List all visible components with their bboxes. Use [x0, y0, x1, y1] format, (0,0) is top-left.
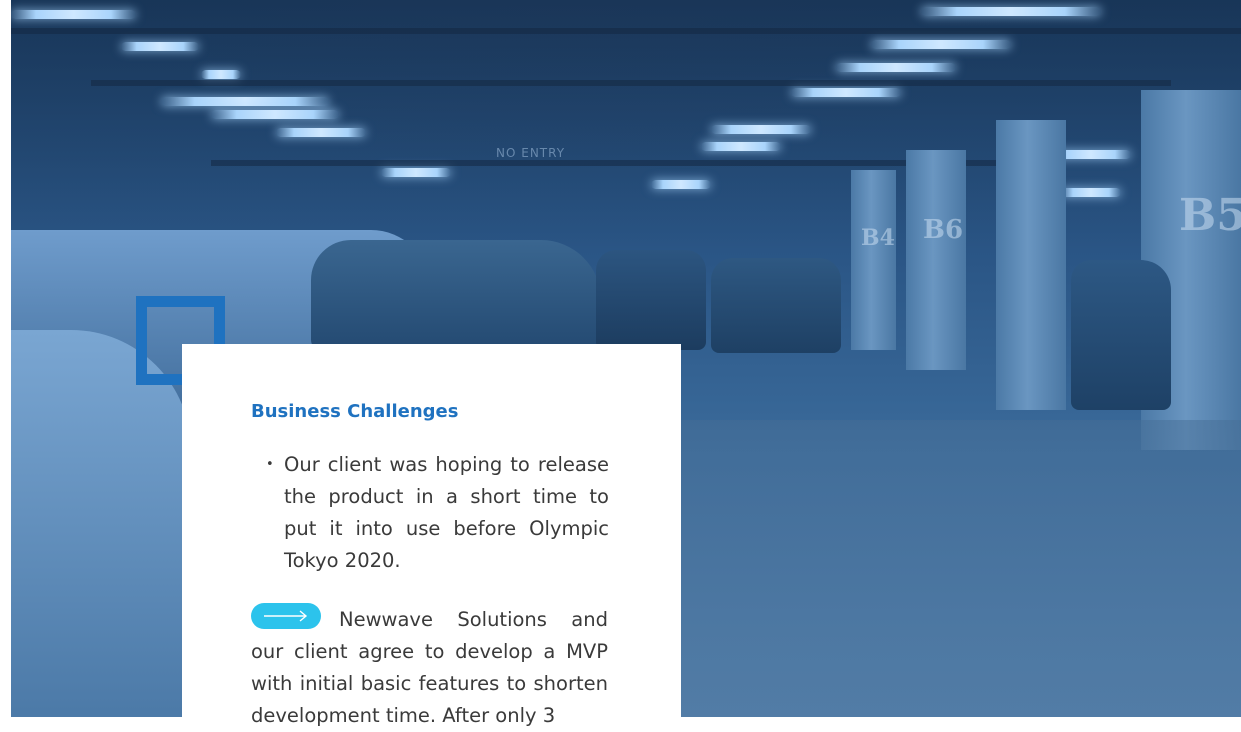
ceiling-light	[921, 7, 1101, 16]
parking-pillar	[906, 150, 966, 370]
parked-car	[1071, 260, 1171, 410]
ceiling-light	[651, 180, 711, 189]
parked-car	[11, 330, 191, 717]
parking-pillar	[996, 120, 1066, 410]
column-sign: B6	[923, 215, 964, 245]
ceiling-light	[1061, 188, 1121, 197]
ceiling-beam	[91, 80, 1171, 86]
ceiling-light	[381, 168, 451, 177]
ceiling-light	[791, 88, 901, 97]
section-title: Business Challenges	[251, 401, 459, 422]
challenge-list-item: Our client was hoping to release the pro…	[262, 449, 609, 577]
ceiling-light	[836, 63, 956, 72]
parked-car	[596, 250, 706, 350]
ceiling-light	[201, 70, 241, 79]
parking-pillar	[851, 170, 896, 350]
ceiling-light	[211, 110, 339, 119]
column-sign: B5	[1179, 190, 1241, 241]
no-entry-sign: NO ENTRY	[496, 146, 566, 160]
parked-car	[711, 258, 841, 353]
ceiling-light	[121, 42, 199, 51]
parked-car	[311, 240, 601, 350]
column-sign: B4	[861, 225, 895, 251]
ceiling-beam	[11, 28, 1241, 34]
ceiling-light	[276, 128, 366, 137]
ceiling-light	[701, 142, 781, 151]
challenge-list: Our client was hoping to release the pro…	[262, 449, 609, 577]
ceiling-light	[161, 97, 329, 106]
ceiling-light	[11, 10, 136, 19]
content-card: Business Challenges Our client was hopin…	[182, 344, 681, 727]
ceiling-light	[711, 125, 811, 134]
ceiling-light	[871, 40, 1011, 49]
solution-paragraph: Newwave Solutions and our client agree t…	[251, 608, 608, 727]
